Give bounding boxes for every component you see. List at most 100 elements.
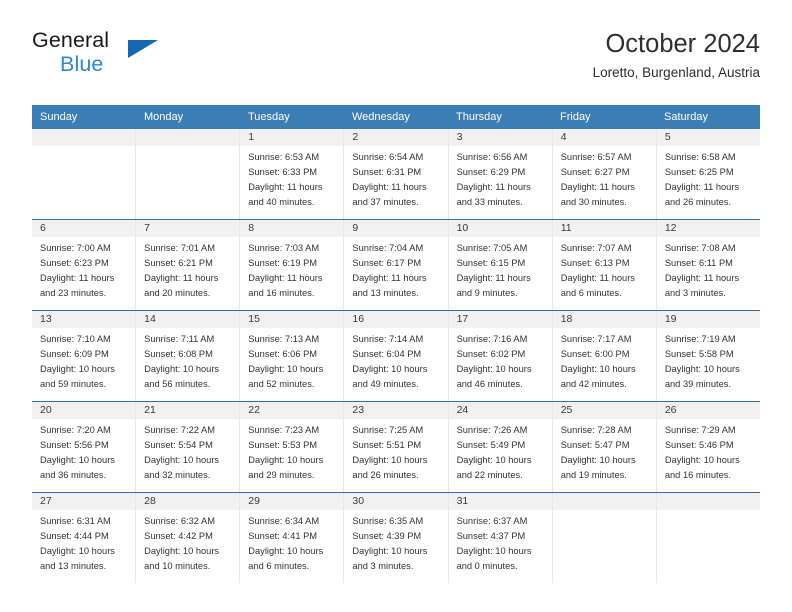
day-cell[interactable]: 18 Sunrise: 7:17 AM Sunset: 6:00 PM Dayligh…: [552, 311, 657, 402]
day-sunset-text: Sunset: 6:00 PM: [560, 349, 630, 360]
day-details: Sunrise: 6:53 AM Sunset: 6:33 PM Daylight:…: [240, 146, 343, 210]
day-cell[interactable]: 6 Sunrise: 7:00 AM Sunset: 6:23 PM Daylight…: [32, 220, 137, 311]
calendar-week-row: 27 Sunrise: 6:31 AM Sunset: 4:44 PM Dayligh…: [32, 492, 760, 584]
weekday-header-monday: Monday: [144, 111, 184, 123]
day-sunset-text: Sunset: 6:29 PM: [456, 167, 526, 178]
day-cell[interactable]: 22 Sunrise: 7:23 AM Sunset: 5:53 PM Dayligh…: [240, 402, 345, 493]
day-daylight2-text: and 46 minutes.: [456, 379, 523, 390]
day-daylight2-text: and 23 minutes.: [40, 288, 107, 299]
day-details: Sunrise: 7:23 AM Sunset: 5:53 PM Daylight:…: [240, 419, 343, 483]
day-cell[interactable]: 16 Sunrise: 7:14 AM Sunset: 6:04 PM Dayligh…: [344, 311, 449, 402]
day-sunrise-text: Sunrise: 7:01 AM: [144, 243, 215, 254]
day-daylight1-text: Daylight: 10 hours: [40, 546, 115, 557]
day-daylight1-text: Daylight: 10 hours: [456, 455, 532, 466]
day-cell[interactable]: 15 Sunrise: 7:13 AM Sunset: 6:06 PM Dayligh…: [240, 311, 345, 402]
day-number: 12: [656, 220, 760, 238]
day-number: 11: [552, 220, 656, 238]
triangle-icon: [128, 40, 158, 58]
day-cell[interactable]: 7 Sunrise: 7:01 AM Sunset: 6:21 PM Daylight…: [136, 220, 241, 311]
day-sunset-text: Sunset: 4:42 PM: [144, 531, 213, 542]
day-cell[interactable]: 8 Sunrise: 7:03 AM Sunset: 6:19 PM Daylight…: [240, 220, 345, 311]
day-details: Sunrise: 7:25 AM Sunset: 5:51 PM Daylight:…: [344, 419, 447, 483]
day-number: [32, 129, 136, 147]
day-details: Sunrise: 7:17 AM Sunset: 6:00 PM Daylight:…: [553, 328, 656, 392]
day-details: Sunrise: 6:54 AM Sunset: 6:31 PM Daylight:…: [344, 146, 447, 210]
calendar-week-row: 20 Sunrise: 7:20 AM Sunset: 5:56 PM Dayligh…: [32, 401, 760, 493]
day-daylight2-text: and 32 minutes.: [144, 470, 211, 481]
day-details: Sunrise: 7:11 AM Sunset: 6:08 PM Daylight:…: [136, 328, 239, 392]
day-number: 17: [448, 311, 552, 329]
day-cell[interactable]: 29 Sunrise: 6:34 AM Sunset: 4:41 PM Dayligh…: [240, 493, 345, 584]
day-cell[interactable]: 12 Sunrise: 7:08 AM Sunset: 6:11 PM Dayligh…: [656, 220, 760, 311]
day-details: Sunrise: 7:03 AM Sunset: 6:19 PM Daylight:…: [240, 237, 343, 301]
page-title: October 2024: [605, 30, 760, 58]
day-details: Sunrise: 6:58 AM Sunset: 6:25 PM Daylight:…: [657, 146, 760, 210]
day-sunrise-text: Sunrise: 6:56 AM: [456, 152, 528, 163]
day-cell[interactable]: 24 Sunrise: 7:26 AM Sunset: 5:49 PM Dayligh…: [448, 402, 553, 493]
day-daylight1-text: Daylight: 11 hours: [248, 182, 323, 193]
day-cell[interactable]: 26 Sunrise: 7:29 AM Sunset: 5:46 PM Dayligh…: [656, 402, 760, 493]
day-sunrise-text: Sunrise: 7:16 AM: [456, 334, 528, 345]
weekday-header-wednesday: Wednesday: [352, 111, 410, 123]
day-details: [136, 146, 239, 150]
day-daylight1-text: Daylight: 10 hours: [352, 364, 428, 375]
day-sunset-text: Sunset: 4:41 PM: [248, 531, 318, 542]
day-details: Sunrise: 7:08 AM Sunset: 6:11 PM Daylight:…: [657, 237, 760, 301]
day-sunrise-text: Sunrise: 7:26 AM: [456, 425, 528, 436]
day-cell[interactable]: 28 Sunrise: 6:32 AM Sunset: 4:42 PM Dayligh…: [136, 493, 241, 584]
day-number: 21: [136, 402, 240, 420]
day-cell[interactable]: 10 Sunrise: 7:05 AM Sunset: 6:15 PM Dayligh…: [448, 220, 553, 311]
day-number: 20: [32, 402, 136, 420]
day-number: [552, 493, 656, 511]
day-cell[interactable]: 20 Sunrise: 7:20 AM Sunset: 5:56 PM Dayligh…: [32, 402, 137, 493]
day-daylight1-text: Daylight: 10 hours: [144, 455, 220, 466]
day-sunset-text: Sunset: 6:25 PM: [664, 167, 734, 178]
day-sunrise-text: Sunrise: 6:57 AM: [560, 152, 632, 163]
day-cell[interactable]: 27 Sunrise: 6:31 AM Sunset: 4:44 PM Dayligh…: [32, 493, 137, 584]
day-sunrise-text: Sunrise: 7:23 AM: [248, 425, 320, 436]
day-sunset-text: Sunset: 6:15 PM: [456, 258, 526, 269]
day-number: 13: [32, 311, 136, 329]
day-cell[interactable]: 23 Sunrise: 7:25 AM Sunset: 5:51 PM Dayligh…: [344, 402, 449, 493]
day-number: 10: [448, 220, 552, 238]
day-cell[interactable]: 9 Sunrise: 7:04 AM Sunset: 6:17 PM Daylight…: [344, 220, 449, 311]
day-daylight2-text: and 26 minutes.: [664, 197, 731, 208]
day-cell[interactable]: 30 Sunrise: 6:35 AM Sunset: 4:39 PM Dayligh…: [344, 493, 449, 584]
day-cell[interactable]: 31 Sunrise: 6:37 AM Sunset: 4:37 PM Dayligh…: [448, 493, 553, 584]
day-sunset-text: Sunset: 5:58 PM: [664, 349, 734, 360]
day-cell[interactable]: 25 Sunrise: 7:28 AM Sunset: 5:47 PM Dayligh…: [552, 402, 657, 493]
day-cell[interactable]: 4 Sunrise: 6:57 AM Sunset: 6:27 PM Daylight…: [552, 129, 657, 220]
day-cell[interactable]: 3 Sunrise: 6:56 AM Sunset: 6:29 PM Daylight…: [448, 129, 553, 220]
day-sunrise-text: Sunrise: 7:28 AM: [560, 425, 632, 436]
day-number: 4: [552, 129, 656, 147]
day-cell[interactable]: 5 Sunrise: 6:58 AM Sunset: 6:25 PM Daylight…: [656, 129, 760, 220]
day-number: 31: [448, 493, 552, 511]
day-details: Sunrise: 6:34 AM Sunset: 4:41 PM Daylight:…: [240, 510, 343, 574]
day-number: 2: [344, 129, 448, 147]
day-number: 28: [136, 493, 240, 511]
day-cell[interactable]: 13 Sunrise: 7:10 AM Sunset: 6:09 PM Dayligh…: [32, 311, 137, 402]
day-cell[interactable]: 2 Sunrise: 6:54 AM Sunset: 6:31 PM Daylight…: [344, 129, 449, 220]
weekday-header-tuesday: Tuesday: [248, 111, 290, 123]
day-sunrise-text: Sunrise: 7:04 AM: [352, 243, 424, 254]
general-blue-logo[interactable]: General Blue: [32, 29, 162, 88]
day-daylight1-text: Daylight: 11 hours: [456, 182, 531, 193]
day-sunset-text: Sunset: 5:51 PM: [352, 440, 422, 451]
day-cell[interactable]: 11 Sunrise: 7:07 AM Sunset: 6:13 PM Dayligh…: [552, 220, 657, 311]
day-cell[interactable]: 17 Sunrise: 7:16 AM Sunset: 6:02 PM Dayligh…: [448, 311, 553, 402]
day-cell[interactable]: 19 Sunrise: 7:19 AM Sunset: 5:58 PM Dayligh…: [656, 311, 760, 402]
day-cell[interactable]: 21 Sunrise: 7:22 AM Sunset: 5:54 PM Dayligh…: [136, 402, 241, 493]
day-sunset-text: Sunset: 6:19 PM: [248, 258, 318, 269]
day-daylight2-text: and 20 minutes.: [144, 288, 211, 299]
day-cell[interactable]: 14 Sunrise: 7:11 AM Sunset: 6:08 PM Dayligh…: [136, 311, 241, 402]
weekday-header-sunday: Sunday: [40, 111, 78, 123]
day-sunrise-text: Sunrise: 7:07 AM: [560, 243, 632, 254]
day-sunrise-text: Sunrise: 7:11 AM: [144, 334, 215, 345]
day-daylight1-text: Daylight: 11 hours: [560, 182, 635, 193]
day-sunrise-text: Sunrise: 7:20 AM: [40, 425, 111, 436]
day-details: Sunrise: 7:19 AM Sunset: 5:58 PM Daylight:…: [657, 328, 760, 392]
day-cell[interactable]: 1 Sunrise: 6:53 AM Sunset: 6:33 PM Daylight…: [240, 129, 345, 220]
day-daylight2-text: and 13 minutes.: [352, 288, 419, 299]
calendar-week-row: 13 Sunrise: 7:10 AM Sunset: 6:09 PM Dayligh…: [32, 310, 760, 402]
day-number: 16: [344, 311, 448, 329]
